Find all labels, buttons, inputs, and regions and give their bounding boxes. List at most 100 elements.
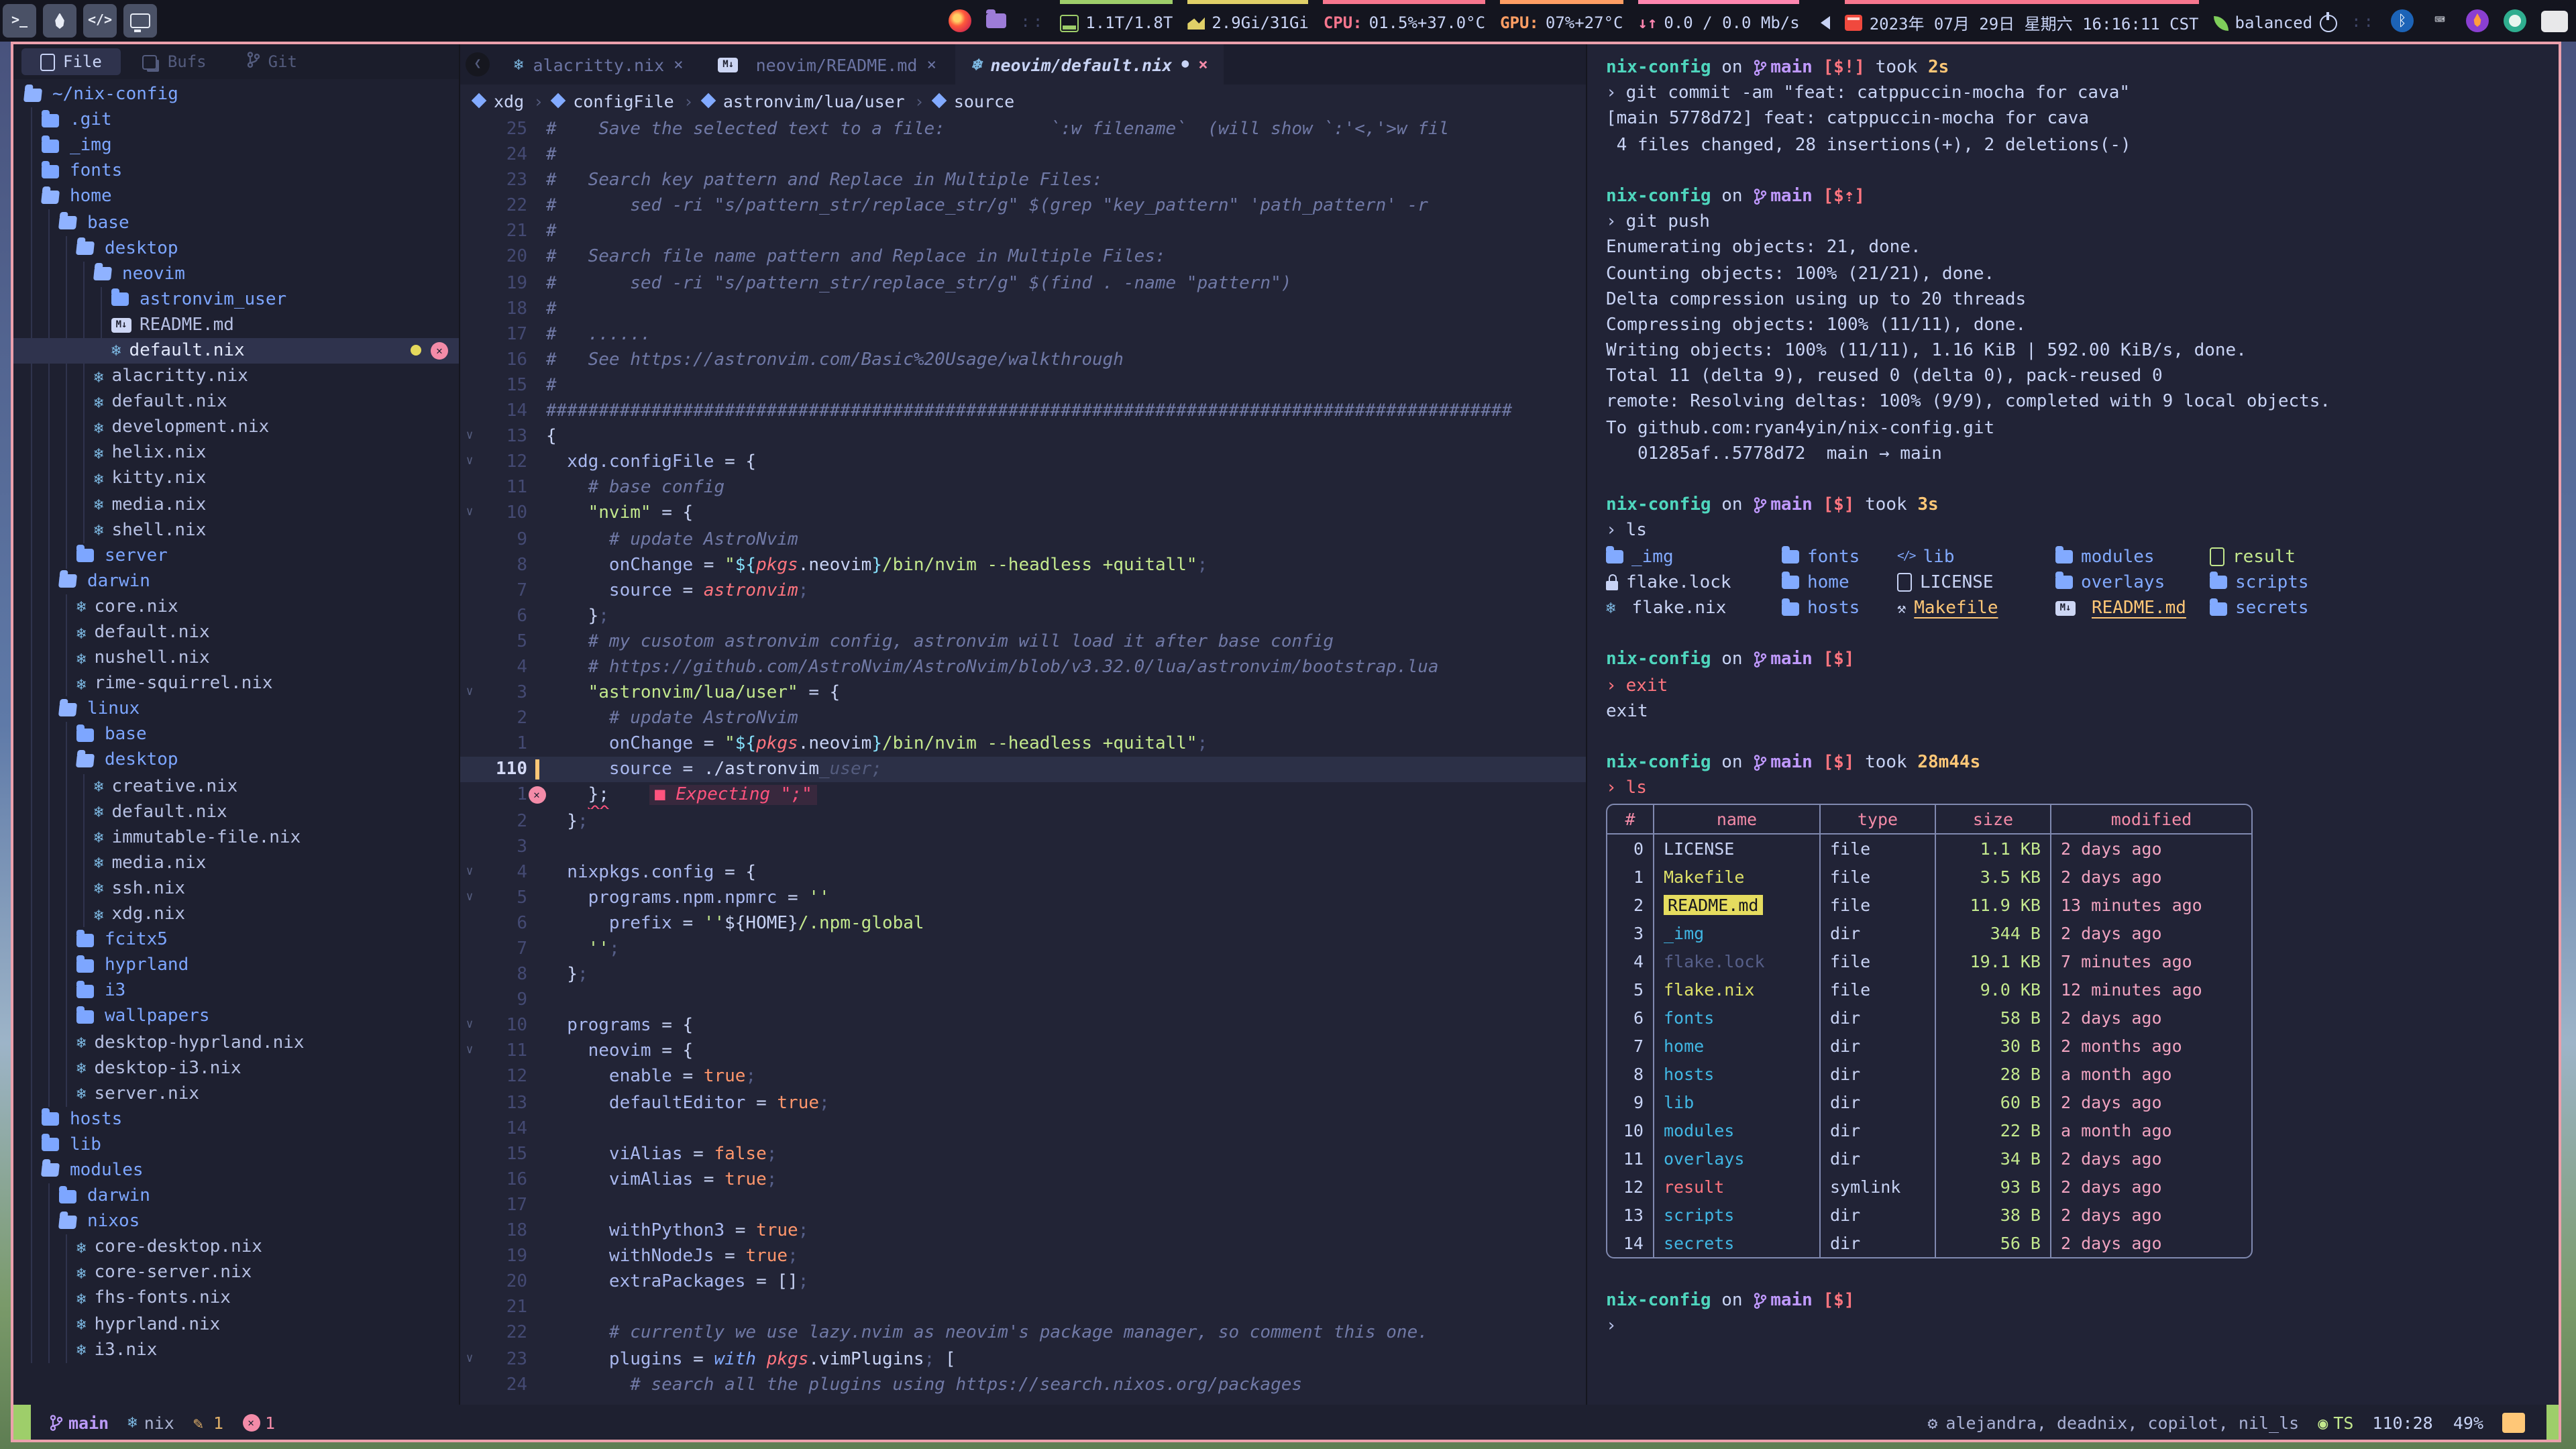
tree-item[interactable]: ❄xdg.nix: [13, 902, 459, 927]
tree-item[interactable]: darwin: [13, 1183, 459, 1209]
ls-entry[interactable]: home: [1782, 570, 1897, 596]
tree-item[interactable]: .git: [13, 107, 459, 133]
command-line[interactable]: ›git push: [1606, 209, 2559, 235]
code-line[interactable]: 4 # https://github.com/AstroNvim/AstroNv…: [460, 655, 1586, 680]
code-line[interactable]: 20# Search file name pattern and Replace…: [460, 245, 1586, 270]
tree-item[interactable]: ❄immutable-file.nix: [13, 824, 459, 850]
tree-item[interactable]: home: [13, 184, 459, 210]
tree-item[interactable]: ❄creative.nix: [13, 773, 459, 799]
ls-entry[interactable]: flake.lock: [1606, 570, 1782, 596]
code-line[interactable]: 14: [460, 1116, 1586, 1141]
tree-item[interactable]: astronvim_user: [13, 287, 459, 313]
code-line[interactable]: 19# sed -ri "s/pattern_str/replace_str/g…: [460, 270, 1586, 296]
messenger-tray-icon[interactable]: [2504, 9, 2526, 32]
editor-tab[interactable]: ❄neovim/default.nix●×: [955, 44, 1224, 85]
code-line[interactable]: 22# sed -ri "s/pattern_str/replace_str/g…: [460, 194, 1586, 219]
neotree-tab-file[interactable]: File: [21, 48, 121, 75]
tree-item[interactable]: neovim: [13, 261, 459, 286]
close-icon[interactable]: ✕: [431, 342, 448, 360]
code-line[interactable]: 8 };: [460, 962, 1586, 987]
tree-item[interactable]: ❄helix.nix: [13, 441, 459, 466]
code-line[interactable]: 9 # update AstroNvim: [460, 527, 1586, 552]
tree-item[interactable]: ❄fhs-fonts.nix: [13, 1286, 459, 1311]
tree-item[interactable]: ❄media.nix: [13, 851, 459, 876]
code-line[interactable]: 16# See https://astronvim.com/Basic%20Us…: [460, 347, 1586, 373]
ls-entry[interactable]: LICENSE: [1897, 570, 2055, 596]
code-line[interactable]: 13 defaultEditor = true;: [460, 1090, 1586, 1116]
ls-entry[interactable]: overlays: [2055, 570, 2210, 596]
code-line[interactable]: 6 };: [460, 604, 1586, 629]
tree-item[interactable]: fonts: [13, 159, 459, 184]
code-line[interactable]: 24 # search all the plugins using https:…: [460, 1372, 1586, 1397]
tree-item[interactable]: ❄media.nix: [13, 492, 459, 517]
command-line[interactable]: ›ls: [1606, 776, 2559, 802]
tree-item[interactable]: ❄nushell.nix: [13, 645, 459, 671]
tree-item[interactable]: i3: [13, 979, 459, 1004]
code-line[interactable]: ∨13{: [460, 424, 1586, 449]
terminal-pane[interactable]: nix-config on main [$!] took 2s›git comm…: [1586, 44, 2559, 1405]
code-line[interactable]: ∨12 xdg.configFile = {: [460, 449, 1586, 475]
code-line[interactable]: 9: [460, 987, 1586, 1013]
keyboard-tray-icon[interactable]: ⌨: [2428, 9, 2451, 32]
code-line[interactable]: 1 onChange = "${pkgs.neovim}/bin/nvim --…: [460, 732, 1586, 757]
tree-item[interactable]: ❄default.nix: [13, 389, 459, 415]
tab-close-icon[interactable]: ×: [674, 55, 683, 74]
tree-item[interactable]: ❄kitty.nix: [13, 466, 459, 492]
tree-item[interactable]: ❄core-desktop.nix: [13, 1234, 459, 1260]
ls-entry[interactable]: hosts: [1782, 596, 1897, 621]
flameshot-tray-icon[interactable]: [2466, 9, 2489, 32]
ls-entry[interactable]: ❄flake.nix: [1606, 596, 1782, 621]
code-line[interactable]: ∨10 "nvim" = {: [460, 501, 1586, 527]
terminal-launcher-button[interactable]: >_: [3, 4, 36, 38]
tree-item[interactable]: desktop: [13, 235, 459, 261]
code-line[interactable]: 21: [460, 1295, 1586, 1321]
editor-tab[interactable]: M↓neovim/README.md×: [702, 44, 953, 85]
code-line[interactable]: 17# ......: [460, 322, 1586, 347]
code-line[interactable]: 8 onChange = "${pkgs.neovim}/bin/nvim --…: [460, 552, 1586, 578]
file-manager-icon[interactable]: [985, 13, 1006, 28]
tree-item[interactable]: _img: [13, 133, 459, 158]
ls-entry[interactable]: secrets: [2210, 596, 2559, 621]
ls-entry[interactable]: modules: [2055, 544, 2210, 570]
statusline-git-branch[interactable]: main: [50, 1412, 109, 1432]
tree-item[interactable]: ❄core.nix: [13, 594, 459, 620]
tree-item[interactable]: desktop: [13, 748, 459, 773]
tree-item[interactable]: ❄shell.nix: [13, 517, 459, 543]
tree-item[interactable]: ❄desktop-hyprland.nix: [13, 1030, 459, 1055]
code-line[interactable]: 6 prefix = ''${HOME}/.npm-global: [460, 911, 1586, 936]
code-line[interactable]: 17: [460, 1193, 1586, 1218]
input-method-tray-icon[interactable]: [2541, 10, 2568, 32]
code-line[interactable]: 5 # my cusotom astronvim config, astronv…: [460, 629, 1586, 655]
code-line[interactable]: ∨11 neovim = {: [460, 1039, 1586, 1065]
code-line[interactable]: ∨3 "astronvim/lua/user" = {: [460, 680, 1586, 706]
power-profile-module[interactable]: balanced: [2214, 0, 2337, 42]
ls-entry[interactable]: </>lib: [1897, 544, 2055, 570]
code-line[interactable]: 7 source = astronvim;: [460, 578, 1586, 603]
code-line[interactable]: 23# Search key pattern and Replace in Mu…: [460, 168, 1586, 193]
code-line[interactable]: 18#: [460, 296, 1586, 321]
tree-item[interactable]: modules: [13, 1158, 459, 1183]
tree-item[interactable]: darwin: [13, 569, 459, 594]
neotree-tab-git[interactable]: Git: [228, 48, 316, 75]
bluetooth-tray-icon[interactable]: ᛒ: [2391, 9, 2414, 32]
tree-item[interactable]: base: [13, 210, 459, 235]
tree-item[interactable]: ❄ssh.nix: [13, 876, 459, 902]
tab-close-icon[interactable]: ×: [926, 55, 936, 74]
code-line[interactable]: 3: [460, 834, 1586, 859]
code-line[interactable]: 12 enable = true;: [460, 1065, 1586, 1090]
tree-item[interactable]: M↓README.md: [13, 313, 459, 338]
editor-tab[interactable]: ❄alacritty.nix×: [498, 44, 700, 85]
code-line[interactable]: ∨5 programs.npm.npmrc = '': [460, 885, 1586, 911]
tree-item[interactable]: hosts: [13, 1107, 459, 1132]
ls-entry[interactable]: scripts: [2210, 570, 2559, 596]
drop-launcher-button[interactable]: [43, 4, 76, 38]
tree-item[interactable]: base: [13, 722, 459, 748]
code-line[interactable]: 110 source = ./astronvim_user;: [460, 757, 1586, 783]
ls-entry[interactable]: ⚒Makefile: [1897, 596, 2055, 621]
command-line[interactable]: ›ls: [1606, 519, 2559, 544]
tree-item[interactable]: ❄i3.nix: [13, 1337, 459, 1362]
code-line[interactable]: ∨23 plugins = with pkgs.vimPlugins; [: [460, 1346, 1586, 1372]
ls-entry[interactable]: result: [2210, 544, 2559, 570]
tree-item[interactable]: ❄default.nix: [13, 620, 459, 645]
code-line[interactable]: 2 };: [460, 808, 1586, 834]
